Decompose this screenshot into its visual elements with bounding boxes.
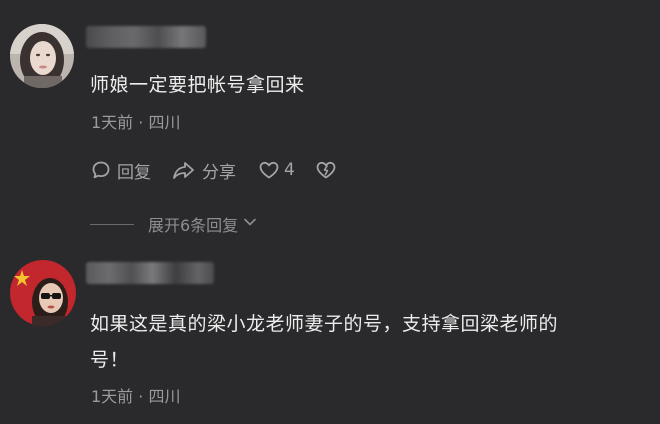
reply-button[interactable]: 回复 [90,158,151,183]
share-button[interactable]: 分享 [171,158,236,183]
comment-text: 如果这是真的梁小龙老师妻子的号，支持拿回梁老师的 号！ [90,306,650,378]
share-label: 分享 [202,162,236,183]
comment-item: 师娘一定要把帐号拿回来 1天前 · 四川 回复 分享 4 [0,0,660,200]
comment-time-location: 1天前 · 四川 [91,113,181,132]
dislike-button[interactable] [315,159,337,181]
comment-text-line: 号！ [90,349,130,371]
share-icon [171,159,197,181]
comment-item: 如果这是真的梁小龙老师妻子的号，支持拿回梁老师的 号！ 1天前 · 四川 [0,250,660,424]
comment-text-line: 如果这是真的梁小龙老师妻子的号，支持拿回梁老师的 [90,313,559,335]
username-redacted [86,262,214,284]
avatar[interactable] [10,24,74,88]
broken-heart-icon [315,159,337,181]
comment-icon [90,159,112,181]
divider-line [90,223,134,225]
comment-text: 师娘一定要把帐号拿回来 [90,74,305,96]
username-redacted [86,26,206,48]
comment-section: 师娘一定要把帐号拿回来 1天前 · 四川 回复 分享 4 展开6条回复 如果这是… [0,0,660,424]
expand-replies-label: 展开6条回复 [148,216,239,235]
heart-icon [258,159,280,181]
reply-label: 回复 [117,162,151,183]
comment-time-location: 1天前 · 四川 [91,387,181,406]
like-count: 4 [284,160,295,180]
like-button[interactable]: 4 [258,159,295,181]
avatar[interactable] [10,260,76,326]
expand-replies-button[interactable]: 展开6条回复 [90,212,258,236]
chevron-down-icon [242,214,258,234]
comment-actions: 回复 分享 4 [90,158,337,183]
